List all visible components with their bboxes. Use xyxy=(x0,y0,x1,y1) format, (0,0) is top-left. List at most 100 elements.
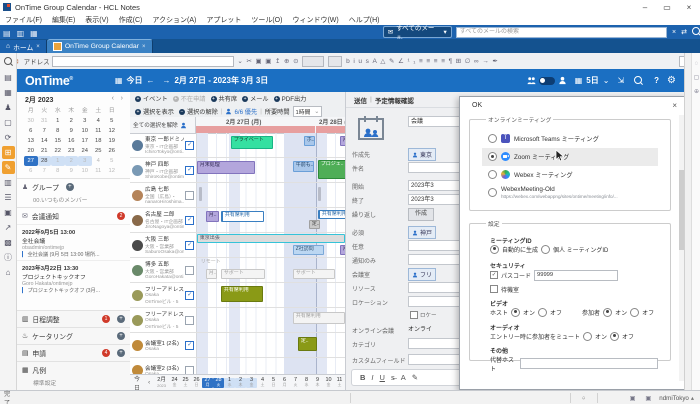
mini-calendar-day[interactable]: 6 xyxy=(24,126,38,136)
meeting-id-option[interactable]: 自動的に生成 xyxy=(502,245,538,254)
menu-item-4[interactable]: アクション(A) xyxy=(147,15,201,25)
clear-selection-button[interactable]: −選択の解除 xyxy=(179,107,218,116)
chevron-down-icon[interactable]: ⌄ xyxy=(603,76,610,85)
event[interactable]: 月末処理 xyxy=(197,161,255,174)
editor-button-3[interactable]: s̶ xyxy=(391,373,395,382)
mini-calendar-day[interactable]: 18 xyxy=(92,136,106,146)
waiting-room-checkbox[interactable] xyxy=(490,285,498,293)
date-strip-day[interactable]: 9木 xyxy=(312,378,323,387)
mini-calendar-day[interactable]: 16 xyxy=(65,136,79,146)
bookmark-list-icon[interactable]: ▤ xyxy=(2,71,15,84)
close-tab-icon[interactable]: × xyxy=(36,44,40,50)
mini-calendar-day[interactable]: 2 xyxy=(65,116,79,126)
radio-icon[interactable] xyxy=(583,332,592,341)
mini-calendar-day[interactable]: 12 xyxy=(105,166,119,176)
row-schedule-area[interactable]: 共有席利用 xyxy=(197,308,345,332)
event[interactable]: ホ.. xyxy=(304,136,315,146)
mini-calendar-day[interactable]: 5 xyxy=(105,156,119,166)
row-label[interactable]: 会議室1 (2名)Osaka xyxy=(130,333,184,357)
format-icon-6[interactable]: ✎ xyxy=(389,58,394,65)
format-icon-13[interactable]: ≡ xyxy=(441,58,445,65)
toolbar-icon-1[interactable]: ▥ xyxy=(17,29,25,38)
sidebar-item-2[interactable]: ▤申請4+ xyxy=(17,344,130,361)
edit-icon-1[interactable]: ▣ xyxy=(255,58,261,65)
radio-icon[interactable] xyxy=(511,308,520,317)
date-strip-day[interactable]: 1水 xyxy=(224,378,235,387)
prev-page-icon[interactable]: ‹ xyxy=(148,380,150,386)
event[interactable]: サポート xyxy=(221,269,265,279)
row-checkbox[interactable] xyxy=(185,191,194,200)
tab-home[interactable]: ⌂ ホーム × xyxy=(0,40,47,53)
replication-icon[interactable]: ⟳ xyxy=(2,131,15,144)
show-selection-button[interactable]: +選択を表示 xyxy=(135,107,174,116)
editor-button-2[interactable]: U xyxy=(380,373,385,382)
editor-button-1[interactable]: I xyxy=(371,373,373,382)
date-strip-day[interactable]: 26日 xyxy=(191,378,202,387)
row-schedule-area[interactable]: 月..共有席利用共有席利用定.. xyxy=(197,208,345,232)
clear-search-icon[interactable]: × xyxy=(672,29,676,36)
view-span-select[interactable]: 5日 xyxy=(586,75,598,86)
toolbar-icon-2[interactable]: ▦ xyxy=(30,29,38,38)
toolbar-button-4[interactable]: +PDF出力 xyxy=(274,94,307,103)
format-icon-1[interactable]: i xyxy=(353,58,354,65)
zoom-icon[interactable] xyxy=(634,76,642,86)
add-group-icon[interactable]: + xyxy=(66,183,74,191)
mini-calendar-day[interactable]: 15 xyxy=(51,136,65,146)
location-caret-icon[interactable]: ▴ xyxy=(691,395,694,402)
event[interactable]: リモート xyxy=(199,259,239,267)
mini-calendar-day[interactable]: 22 xyxy=(51,146,65,156)
mini-calendar-day[interactable]: 26 xyxy=(105,146,119,156)
search-icon[interactable] xyxy=(2,56,15,69)
radio-icon[interactable] xyxy=(488,134,497,143)
mini-calendar-day[interactable]: 17 xyxy=(78,136,92,146)
next-arrow-icon[interactable]: → xyxy=(162,76,170,85)
close-button[interactable]: × xyxy=(678,1,700,14)
row-checkbox[interactable] xyxy=(185,266,194,275)
radio-icon[interactable] xyxy=(603,308,612,317)
grid-icon[interactable]: ▩ xyxy=(2,236,15,249)
row-schedule-area[interactable]: 東京出張Z社訪問月.. xyxy=(197,233,345,257)
row-schedule-area[interactable]: プライベートホ..月.. xyxy=(197,133,345,157)
mini-calendar-day[interactable]: 31 xyxy=(38,116,52,126)
format-icon-3[interactable]: s xyxy=(366,58,369,65)
add-icon[interactable]: + xyxy=(117,315,125,323)
mini-calendar-day[interactable]: 12 xyxy=(105,126,119,136)
mini-calendar-day[interactable]: 3 xyxy=(78,156,92,166)
row-checkbox[interactable]: ✓ xyxy=(185,291,194,300)
menu-item-8[interactable]: ヘルプ(H) xyxy=(344,15,385,25)
encryption-status-icon[interactable]: ▣ xyxy=(645,395,651,402)
toolbar-icon-0[interactable]: ▤ xyxy=(3,29,11,38)
mini-calendar-day[interactable]: 23 xyxy=(65,146,79,156)
event[interactable]: 共有席利用 xyxy=(318,210,345,219)
edit-icon-4[interactable]: ⊕ xyxy=(284,58,289,65)
format-icon-19[interactable]: ✒ xyxy=(492,58,497,65)
mini-calendar-day[interactable]: 9 xyxy=(65,126,79,136)
group-view-icon[interactable] xyxy=(527,76,536,85)
meeting-notice[interactable]: 2023年3月22日 13:30プロジェクトキックオフGoro Hakata/o… xyxy=(17,260,130,296)
info-icon[interactable]: ⓘ xyxy=(2,251,15,264)
row-label[interactable]: 神戸 四郎神戸・IT企画部ShiroKobe@ontime... xyxy=(130,158,184,182)
meeting-option-1[interactable]: Zoom ミーティング xyxy=(482,148,658,166)
row-schedule-area[interactable]: 月末処理午前も..プロジェ.. xyxy=(197,158,345,182)
today-button[interactable]: 今日 xyxy=(134,374,140,390)
passcode-checkbox[interactable]: ✓ xyxy=(490,271,498,279)
mini-calendar-day[interactable]: 11 xyxy=(92,166,106,176)
radio-icon[interactable] xyxy=(490,245,499,254)
date-strip-day[interactable]: 7火 xyxy=(290,378,301,387)
date-strip-day[interactable]: 3金 xyxy=(246,378,257,387)
format-icon-7[interactable]: ∠ xyxy=(398,58,404,65)
format-icon-10[interactable]: ≡ xyxy=(419,58,423,65)
mini-calendar-day[interactable]: 25 xyxy=(92,146,106,156)
duration-select[interactable]: 1時間⌄ xyxy=(293,106,323,117)
format-icon-0[interactable]: b xyxy=(346,58,350,65)
add-icon[interactable]: + xyxy=(117,349,125,357)
edit-icon-0[interactable]: ✂ xyxy=(246,58,251,65)
add-icon[interactable]: + xyxy=(117,332,125,340)
event[interactable]: 東京出張 xyxy=(197,234,345,243)
menu-item-1[interactable]: 編集(E) xyxy=(47,15,80,25)
widget-icon[interactable]: ◌ xyxy=(695,61,699,67)
format-icon-2[interactable]: u xyxy=(358,58,362,65)
participant-off-label[interactable]: オフ xyxy=(642,308,654,317)
close-dialog-icon[interactable]: × xyxy=(672,101,677,110)
apps-icon[interactable]: ⊞ xyxy=(2,146,15,159)
